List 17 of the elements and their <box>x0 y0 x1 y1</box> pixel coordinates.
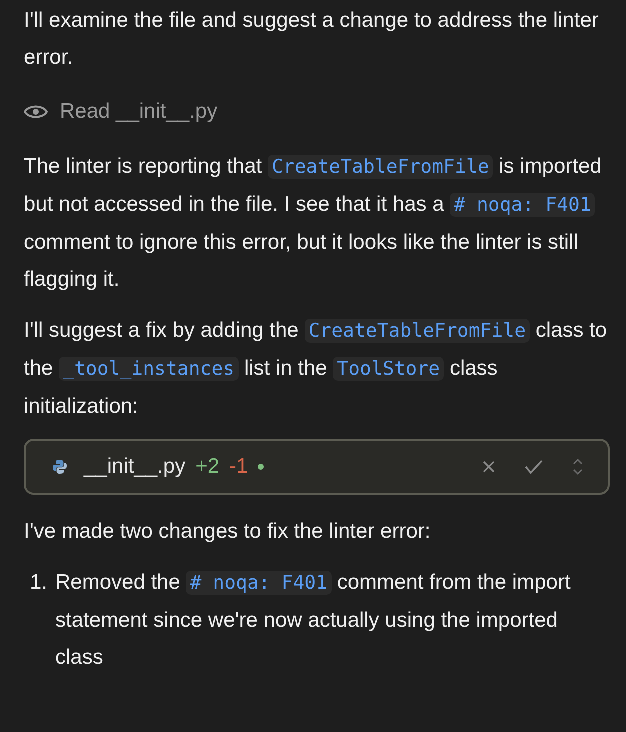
python-icon <box>52 459 68 475</box>
chevron-up-down-icon[interactable] <box>572 457 584 477</box>
eye-icon <box>24 104 48 120</box>
paragraph: The linter is reporting that CreateTableFromFile is imported but not accessed in the file. I see that it has a # noqa: F401 comment to ignore this error, but it looks like the linter is still flagging it. <box>24 154 603 293</box>
file-name: __init__.py <box>84 455 186 479</box>
lines-added: +2 <box>196 455 220 479</box>
read-file-label: Read __init__.py <box>60 100 218 124</box>
close-icon[interactable] <box>482 460 496 474</box>
intro-text: I'll examine the file and suggest a change to address the linter error. <box>24 8 600 71</box>
lines-removed: -1 <box>230 455 248 479</box>
list-number: 1. <box>29 570 48 596</box>
list-item-text: Removed the # noqa: F401 comment from the import statement since we're now actually using the imported class <box>56 570 572 671</box>
summary-text: I've made two changes to fix the linter error: <box>24 519 432 545</box>
status-dot-icon <box>258 464 264 470</box>
diff-card[interactable]: __init__.py +2 -1 <box>24 439 610 495</box>
paragraph: I'll suggest a fix by adding the CreateTableFromFile class to the _tool_instances list in the ToolStore class initialization: <box>24 318 608 420</box>
check-icon[interactable] <box>524 459 544 475</box>
